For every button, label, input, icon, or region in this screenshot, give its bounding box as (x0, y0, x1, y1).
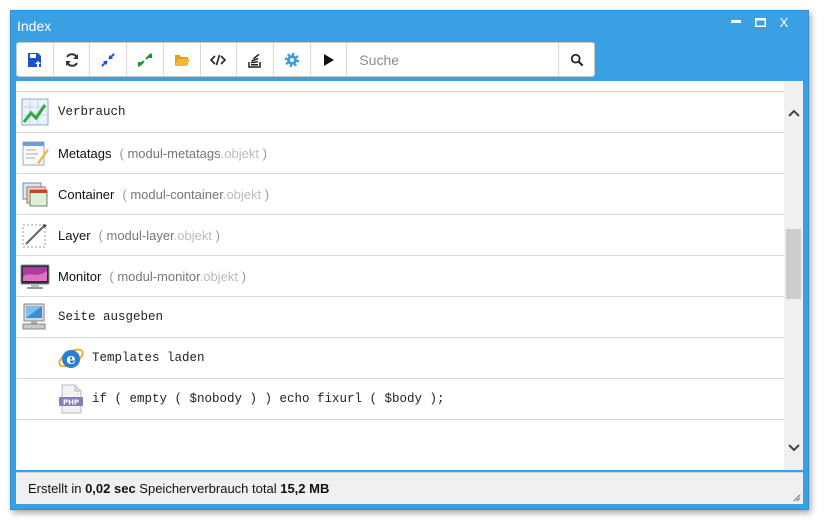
maximize-icon (754, 17, 766, 27)
search-button[interactable] (559, 43, 594, 76)
module-ext: .objekt (199, 268, 238, 284)
list-item-php-code[interactable]: PHP if ( empty ( $nobody ) ) echo fixurl… (16, 379, 784, 420)
module-ext: .objekt (173, 227, 212, 243)
status-time: 0,02 sec (85, 481, 136, 496)
save-upload-button[interactable] (17, 43, 54, 76)
maximize-button[interactable] (750, 13, 770, 31)
layer-icon (20, 220, 50, 250)
metatags-icon (20, 138, 50, 168)
scroll-thumb[interactable] (786, 229, 801, 299)
code-icon (210, 54, 227, 65)
list-item-templates-laden[interactable]: e Templates laden (16, 338, 784, 379)
list-item-metatags[interactable]: Metatags ( modul-metatags.objekt ) (16, 133, 784, 174)
module-ref: ( modul-container.objekt ) (122, 186, 270, 202)
module-ref: ( modul-layer.objekt ) (98, 227, 220, 243)
code-button[interactable] (201, 43, 238, 76)
list-item-partial (16, 81, 784, 92)
tree-list: Verbrauch Metatags ( modul-metatags.obje… (16, 81, 784, 420)
play-icon (324, 53, 335, 66)
minimize-icon (731, 20, 741, 23)
svg-text:e: e (66, 350, 76, 368)
window-controls: X (726, 13, 794, 31)
gear-icon (284, 52, 300, 67)
expand-button[interactable] (127, 43, 164, 76)
php-file-icon: PHP (56, 384, 86, 414)
monitor-icon (20, 261, 50, 291)
list-item-container[interactable]: Container ( modul-container.objekt ) (16, 174, 784, 215)
module-name: modul-monitor (117, 268, 200, 284)
compress-icon (101, 52, 115, 67)
computer-icon (20, 302, 50, 332)
vertical-scrollbar[interactable] (784, 81, 803, 470)
status-memory: 15,2 MB (280, 481, 330, 496)
window-title: Index (17, 18, 52, 34)
list-item-layer[interactable]: Layer ( modul-layer.objekt ) (16, 215, 784, 256)
stack-button[interactable] (237, 43, 274, 76)
module-name: modul-metatags (127, 145, 221, 161)
scroll-down-button[interactable] (784, 438, 803, 458)
list-item-label: Monitor (58, 268, 102, 284)
chevron-up-icon (787, 109, 800, 117)
open-folder-button[interactable] (164, 43, 201, 76)
chart-icon (20, 97, 50, 127)
list-item-label: if ( empty ( $nobody ) ) echo fixurl ( $… (92, 392, 445, 406)
toolbar (16, 42, 595, 77)
list-item-monitor[interactable]: Monitor ( modul-monitor.objekt ) (16, 256, 784, 297)
run-button[interactable] (311, 43, 348, 76)
list-item-label: Verbrauch (58, 105, 126, 119)
resize-grip-icon[interactable] (791, 492, 801, 502)
tree-list-panel: Verbrauch Metatags ( modul-metatags.obje… (16, 81, 803, 470)
refresh-icon (65, 52, 78, 67)
scroll-up-button[interactable] (784, 103, 803, 123)
list-item-label: Metatags (58, 145, 112, 161)
module-ref: ( modul-monitor.objekt ) (109, 268, 246, 284)
status-bar: Erstellt in 0,02 sec Speicherverbrauch t… (16, 472, 803, 504)
module-ext: .objekt (220, 145, 259, 161)
list-item-label: Seite ausgeben (58, 310, 164, 324)
module-ext: .objekt (222, 186, 262, 202)
close-button[interactable]: X (774, 13, 794, 31)
module-ref: ( modul-metatags.objekt ) (119, 145, 267, 161)
internet-explorer-icon: e (56, 343, 86, 373)
collapse-button[interactable] (90, 43, 128, 76)
list-item-label: Templates laden (92, 351, 205, 365)
container-icon (20, 179, 50, 209)
refresh-button[interactable] (54, 43, 91, 76)
module-name: modul-layer (106, 227, 174, 243)
list-item-seite-ausgeben[interactable]: Seite ausgeben (16, 297, 784, 338)
status-middle: Speicherverbrauch total (135, 481, 281, 496)
stack-overflow-icon (248, 53, 261, 68)
folder-open-icon (174, 54, 190, 66)
minimize-button[interactable] (726, 13, 746, 31)
expand-icon (137, 52, 152, 67)
search-icon (570, 53, 584, 66)
status-prefix: Erstellt in (28, 481, 86, 496)
php-badge: PHP (63, 399, 79, 407)
list-item-label: Layer (58, 227, 91, 243)
index-window: Index X Suche Verbrauch Metatags (modul… (10, 10, 809, 510)
settings-button[interactable] (274, 43, 311, 76)
list-item-verbrauch[interactable]: Verbrauch (16, 92, 784, 133)
chevron-down-icon (787, 444, 800, 452)
save-upload-icon (27, 52, 41, 67)
list-item-label: Container (58, 186, 115, 202)
search-input[interactable] (347, 43, 560, 76)
module-name: modul-container (130, 186, 223, 202)
